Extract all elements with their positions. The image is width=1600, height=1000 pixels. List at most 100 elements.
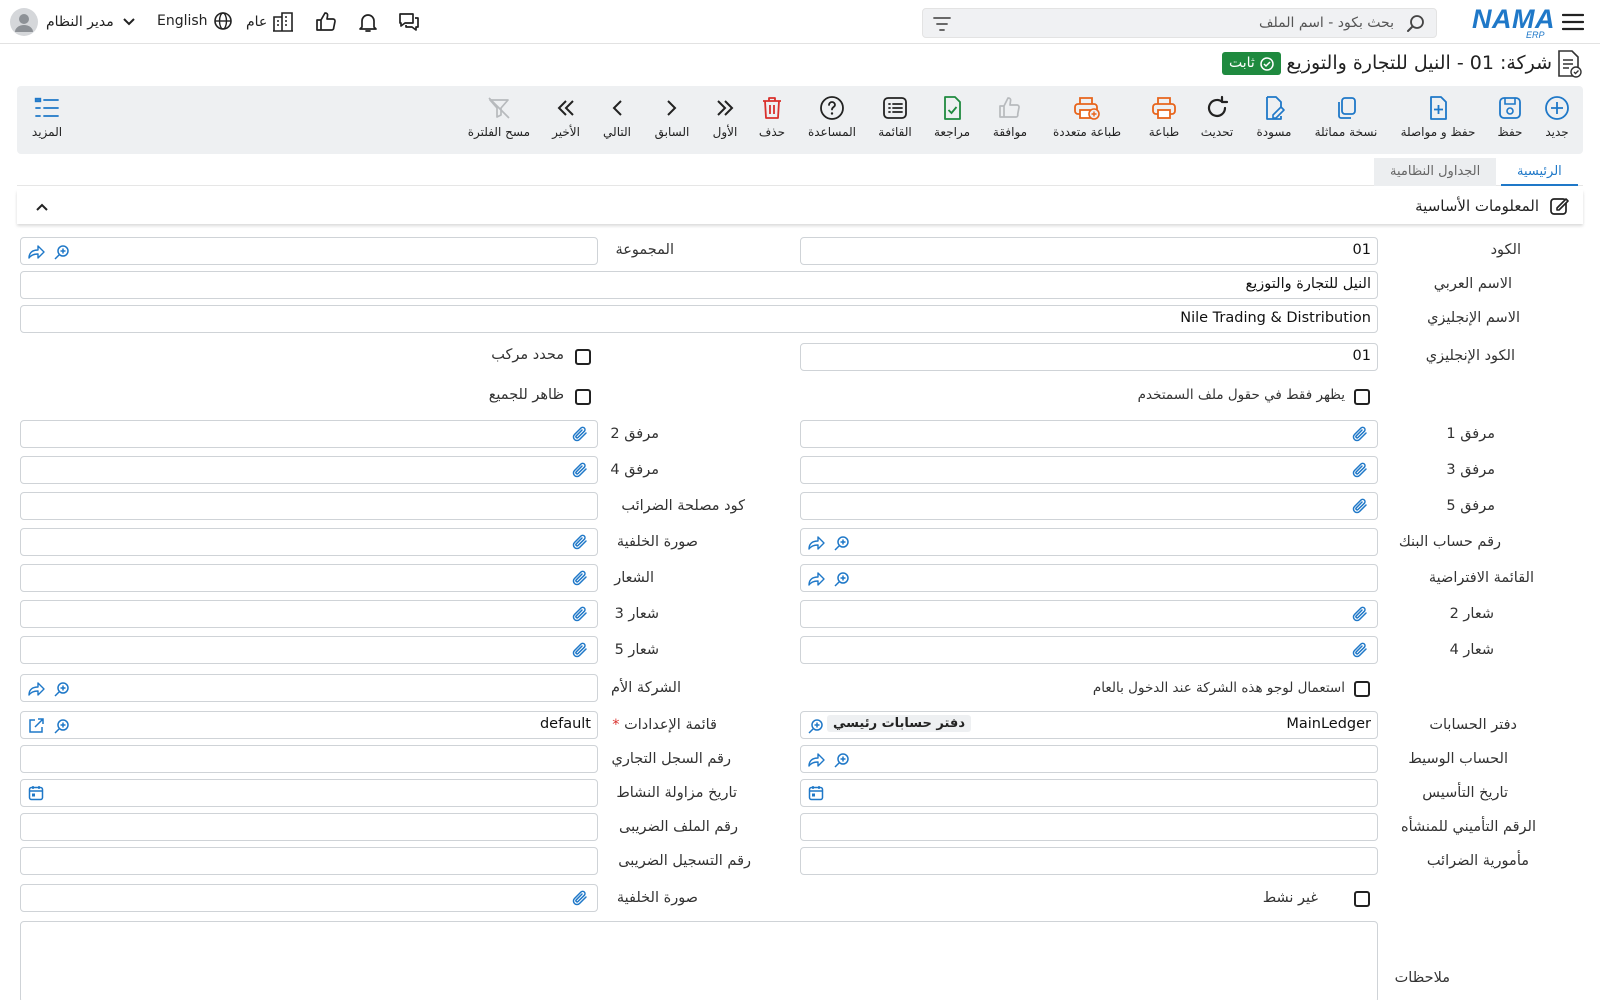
settings-list-label: قائمة الإعدادات * <box>608 717 717 733</box>
tax-authority-code-input[interactable] <box>20 492 598 520</box>
save-button[interactable]: حفظ <box>1493 94 1527 139</box>
basic-info-section-header[interactable]: المعلومات الأساسية <box>17 190 1583 224</box>
lookup-search-icon[interactable] <box>53 243 71 261</box>
tax-office-input[interactable] <box>800 847 1378 875</box>
logo2-input[interactable] <box>800 600 1378 628</box>
new-button[interactable]: جديد <box>1540 94 1574 139</box>
activity-start-date-input[interactable] <box>20 779 598 807</box>
paperclip-icon[interactable] <box>571 889 589 907</box>
attach3-input[interactable] <box>800 456 1378 484</box>
paperclip-icon[interactable] <box>1351 461 1369 479</box>
save-continue-button[interactable]: حفظ و مواصلة <box>1398 94 1478 139</box>
logo-input[interactable] <box>20 564 598 592</box>
paperclip-icon[interactable] <box>571 425 589 443</box>
last-button[interactable]: الأخير <box>551 94 581 139</box>
paperclip-icon[interactable] <box>1351 497 1369 515</box>
settings-list-input[interactable]: default <box>20 711 598 739</box>
nama-erp-logo[interactable]: NAMA ERP <box>1472 4 1555 40</box>
tab-system-tables[interactable]: الجداول النظامية <box>1374 158 1497 186</box>
refresh-button[interactable]: تحديث <box>1199 94 1235 139</box>
thumbs-up-icon[interactable] <box>314 10 338 34</box>
tax-file-number-input[interactable] <box>20 813 598 841</box>
attach1-input[interactable] <box>800 420 1378 448</box>
paperclip-icon[interactable] <box>571 533 589 551</box>
lookup-search-icon[interactable] <box>833 751 851 769</box>
user-menu[interactable]: مدير النظام <box>10 8 136 36</box>
approve-button[interactable]: موافقة <box>990 94 1030 139</box>
paperclip-icon[interactable] <box>571 461 589 479</box>
commercial-register-input[interactable] <box>20 745 598 773</box>
language-selector[interactable]: English <box>157 11 233 31</box>
review-button[interactable]: مراجعة <box>932 94 972 139</box>
parent-company-input[interactable] <box>20 674 598 702</box>
english-name-input[interactable]: Nile Trading & Distribution <box>20 305 1378 333</box>
clear-filter-button[interactable]: مسح الفلترة <box>468 94 530 139</box>
multi-print-button[interactable]: طباعة متعددة <box>1052 94 1122 139</box>
attach2-input[interactable] <box>20 420 598 448</box>
paperclip-icon[interactable] <box>1351 425 1369 443</box>
check-circle-icon <box>1260 56 1274 71</box>
open-link-icon[interactable] <box>807 570 825 588</box>
background-image-input[interactable] <box>20 528 598 556</box>
attach5-input[interactable] <box>800 492 1378 520</box>
group-input[interactable] <box>20 237 598 265</box>
code-input[interactable]: 01 <box>800 237 1378 265</box>
visible-all-checkbox[interactable] <box>575 389 591 405</box>
logo5-input[interactable] <box>20 636 598 664</box>
calendar-icon[interactable] <box>808 785 824 801</box>
tax-registration-input[interactable] <box>20 847 598 875</box>
paperclip-icon[interactable] <box>571 605 589 623</box>
external-link-icon[interactable] <box>27 717 45 735</box>
help-button[interactable]: المساعدة <box>806 94 858 139</box>
open-link-icon[interactable] <box>27 243 45 261</box>
next-button[interactable]: التالي <box>602 94 632 139</box>
ledger-input[interactable]: MainLedger دفتر حسابات رئيسي <box>800 711 1378 739</box>
bank-account-input[interactable] <box>800 528 1378 556</box>
founding-date-input[interactable] <box>800 779 1378 807</box>
paperclip-icon[interactable] <box>1351 641 1369 659</box>
paperclip-icon[interactable] <box>571 569 589 587</box>
chat-icon[interactable] <box>397 10 421 34</box>
open-link-icon[interactable] <box>807 534 825 552</box>
lookup-search-icon[interactable] <box>807 717 825 735</box>
tax-file-number-label: رقم الملف الضريبى <box>619 819 738 835</box>
previous-button[interactable]: السابق <box>654 94 690 139</box>
attach4-input[interactable] <box>20 456 598 484</box>
bell-icon[interactable] <box>356 10 380 34</box>
list-button[interactable]: القائمة <box>875 94 915 139</box>
paperclip-icon[interactable] <box>1351 605 1369 623</box>
delete-button[interactable]: حذف <box>757 94 787 139</box>
duplicate-button[interactable]: نسخة مماثلة <box>1313 94 1379 139</box>
draft-button[interactable]: مسودة <box>1255 94 1293 139</box>
lookup-search-icon[interactable] <box>833 570 851 588</box>
default-list-input[interactable] <box>800 564 1378 592</box>
paperclip-icon[interactable] <box>571 641 589 659</box>
filter-icon[interactable] <box>933 16 951 32</box>
logo4-input[interactable] <box>800 636 1378 664</box>
print-button[interactable]: طباعة <box>1146 94 1182 139</box>
more-button[interactable]: المزيد <box>28 94 66 139</box>
open-link-icon[interactable] <box>807 751 825 769</box>
use-logo-login-checkbox[interactable] <box>1354 681 1370 697</box>
arabic-name-input[interactable]: النيل للتجارة والتوزيع <box>20 271 1378 299</box>
english-code-input[interactable]: 01 <box>800 343 1378 371</box>
chevron-up-icon[interactable] <box>35 202 49 212</box>
lookup-search-icon[interactable] <box>833 534 851 552</box>
insurance-number-input[interactable] <box>800 813 1378 841</box>
background-image2-input[interactable] <box>20 884 598 912</box>
calendar-icon[interactable] <box>28 785 44 801</box>
lookup-search-icon[interactable] <box>53 717 71 735</box>
tab-main[interactable]: الرئيسية <box>1501 158 1578 186</box>
open-link-icon[interactable] <box>27 680 45 698</box>
hamburger-menu-icon[interactable] <box>1562 12 1584 32</box>
branch-selector[interactable]: عام <box>246 11 294 33</box>
global-search-input[interactable]: بحث بكود - اسم الملف <box>922 8 1437 38</box>
first-button[interactable]: الأول <box>710 94 740 139</box>
logo3-input[interactable] <box>20 600 598 628</box>
inactive-checkbox[interactable] <box>1354 891 1370 907</box>
notes-textarea[interactable] <box>20 921 1378 1000</box>
user-file-only-checkbox[interactable] <box>1354 389 1370 405</box>
composite-id-checkbox[interactable] <box>575 349 591 365</box>
intermediate-account-input[interactable] <box>800 745 1378 773</box>
lookup-search-icon[interactable] <box>53 680 71 698</box>
